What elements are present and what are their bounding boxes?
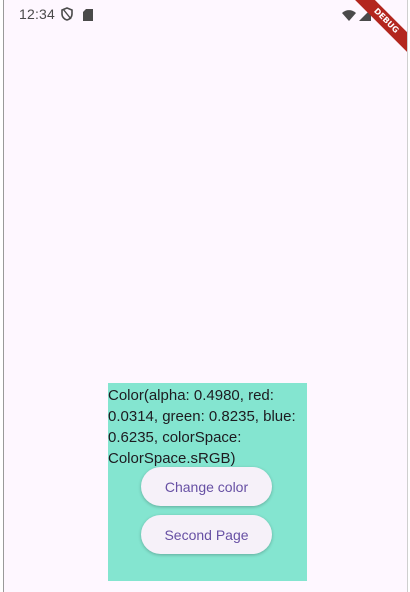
second-page-button[interactable]: Second Page: [141, 515, 272, 554]
debug-banner: DEBUG: [347, 0, 407, 60]
color-value-text: Color(alpha: 0.4980, red: 0.0314, green:…: [108, 387, 296, 467]
sd-card-icon: [83, 8, 93, 26]
app-screen: 12:34 DEBUG Color(alpha: 0.4980, red: 0.…: [3, 0, 408, 592]
change-color-button[interactable]: Change color: [141, 467, 272, 506]
shield-icon: [61, 7, 73, 26]
debug-banner-label: DEBUG: [349, 0, 407, 58]
status-time: 12:34: [19, 6, 56, 22]
color-panel: Color(alpha: 0.4980, red: 0.0314, green:…: [108, 383, 307, 581]
